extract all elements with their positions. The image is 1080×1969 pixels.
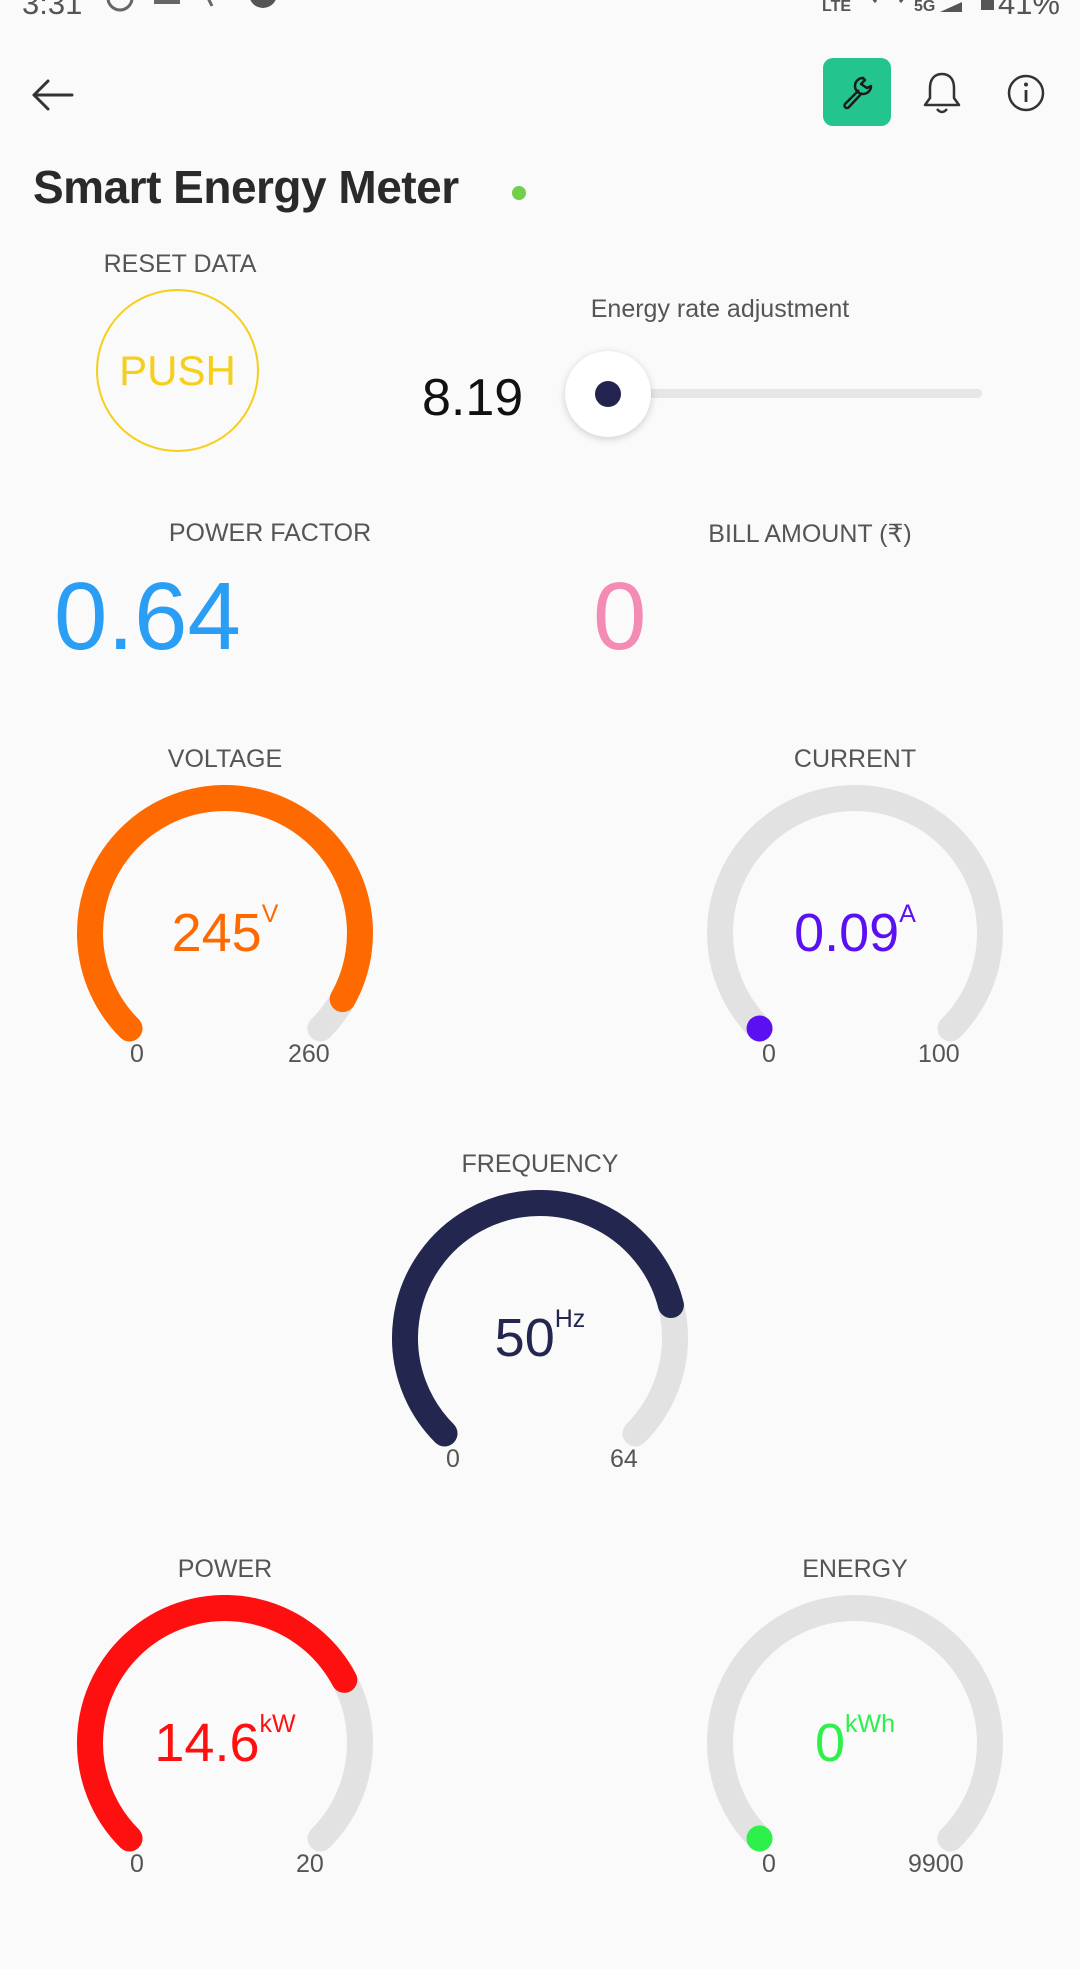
dot-icon xyxy=(302,0,312,2)
device-settings-button[interactable] xyxy=(823,58,891,126)
frequency-max: 64 xyxy=(610,1445,638,1473)
signal-icon xyxy=(940,2,962,12)
energy-number: 0 xyxy=(814,1713,846,1773)
voltage-unit: V xyxy=(261,900,279,928)
frequency-unit: Hz xyxy=(554,1305,586,1333)
current-label: CURRENT xyxy=(793,745,917,773)
5g-indicator: 5G xyxy=(914,0,936,15)
voltage-min: 0 xyxy=(130,1040,144,1068)
power-number: 14.6 xyxy=(154,1713,260,1773)
push-button-label: PUSH xyxy=(119,346,236,394)
energy-min: 0 xyxy=(762,1850,776,1878)
energy-label: ENERGY xyxy=(802,1555,908,1583)
energy-rate-slider-knob[interactable] xyxy=(565,351,651,437)
info-icon[interactable] xyxy=(1006,73,1046,113)
power-label: POWER xyxy=(177,1555,273,1583)
gauge-fill xyxy=(746,1825,773,1852)
current-value: 0.09A xyxy=(705,900,1005,964)
reset-data-label: RESET DATA xyxy=(103,250,257,278)
current-min: 0 xyxy=(762,1040,776,1068)
power-min: 0 xyxy=(130,1850,144,1878)
push-button[interactable]: PUSH xyxy=(96,289,259,452)
back-arrow-icon[interactable] xyxy=(30,75,74,115)
voltage-value: 245V xyxy=(75,900,375,964)
lte-indicator: LTE xyxy=(822,0,852,15)
bill-amount-value: 0 xyxy=(593,563,647,670)
voltage-max: 260 xyxy=(288,1040,330,1068)
current-unit: A xyxy=(899,900,916,928)
energy-rate-label: Energy rate adjustment xyxy=(590,295,850,323)
online-status-dot xyxy=(512,186,526,200)
current-max: 100 xyxy=(918,1040,960,1068)
bell-icon[interactable] xyxy=(920,70,964,116)
frequency-label: FREQUENCY xyxy=(461,1150,619,1178)
frequency-value: 50Hz xyxy=(390,1305,690,1369)
power-factor-value: 0.64 xyxy=(54,563,241,670)
slider-knob-dot xyxy=(595,381,621,407)
battery-percent: 41% xyxy=(997,0,1060,21)
power-value: 14.6kW xyxy=(75,1710,375,1774)
frequency-number: 50 xyxy=(494,1308,555,1368)
energy-value: 0kWh xyxy=(705,1710,1005,1774)
notification-icon xyxy=(207,0,214,7)
battery-icon xyxy=(981,0,994,10)
status-time: 3:31 xyxy=(22,0,83,21)
whatsapp-icon xyxy=(106,0,134,12)
energy-unit: kWh xyxy=(845,1710,896,1738)
voltage-label: VOLTAGE xyxy=(167,745,283,773)
record-icon xyxy=(250,0,276,8)
page-title: Smart Energy Meter xyxy=(33,161,459,213)
hotspot-icon xyxy=(872,0,904,4)
app-notification-icon xyxy=(154,0,180,4)
wrench-icon xyxy=(843,76,873,110)
power-unit: kW xyxy=(259,1710,296,1738)
energy-rate-slider-track[interactable] xyxy=(610,389,982,398)
power-max: 20 xyxy=(296,1850,324,1878)
energy-rate-value: 8.19 xyxy=(422,369,524,427)
gauge-fill xyxy=(746,1015,773,1042)
bill-amount-label: BILL AMOUNT (₹) xyxy=(708,520,912,548)
power-factor-label: POWER FACTOR xyxy=(168,519,372,547)
current-number: 0.09 xyxy=(794,903,900,963)
frequency-min: 0 xyxy=(446,1445,460,1473)
voltage-number: 245 xyxy=(171,903,262,963)
energy-max: 9900 xyxy=(908,1850,964,1878)
